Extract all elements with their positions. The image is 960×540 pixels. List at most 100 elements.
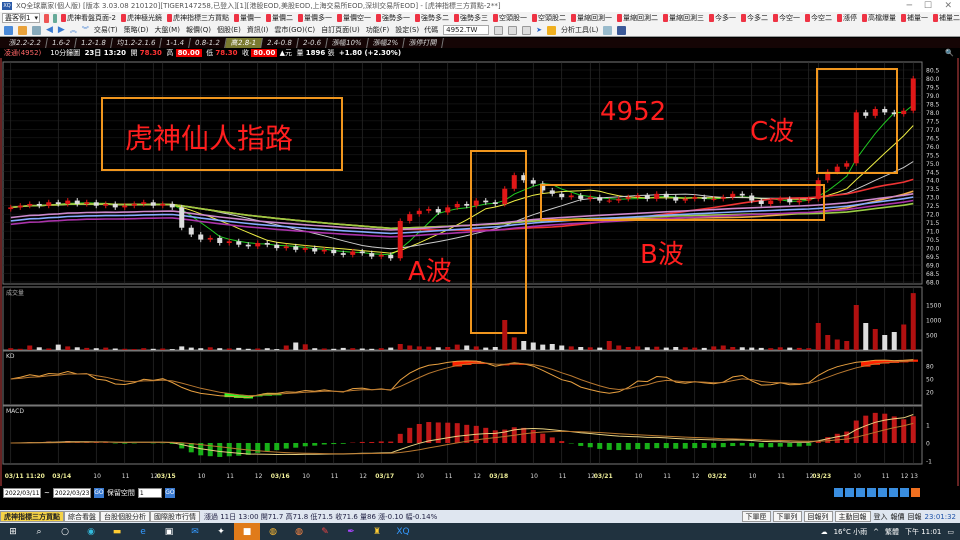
menu-item[interactable]: 自訂頁面(U) bbox=[321, 25, 360, 35]
close-button[interactable]: ✕ bbox=[944, 0, 952, 12]
feather-icon[interactable]: ✒ bbox=[338, 523, 364, 540]
input-language[interactable]: 繁體 bbox=[885, 527, 899, 537]
taskbar-time[interactable]: 下午 11:01 bbox=[905, 527, 941, 537]
zoom-icon[interactable]: 🔍 bbox=[945, 48, 954, 58]
from-date-input[interactable]: 2022/03/11 bbox=[3, 488, 41, 498]
to-date-input[interactable]: 2022/03/23 bbox=[52, 488, 91, 498]
line-chart-icon[interactable] bbox=[508, 25, 518, 35]
draw-tool-icon[interactable] bbox=[878, 488, 887, 497]
bookmark-item[interactable]: 漲停 bbox=[837, 13, 857, 23]
edge-icon[interactable]: ◉ bbox=[78, 523, 104, 540]
stock-chart[interactable]: 80.580.079.5 79.078.5 78.077.5 77.076.5 76.0… bbox=[0, 58, 960, 486]
mail-icon[interactable]: ✉ bbox=[182, 523, 208, 540]
back-icon[interactable]: ◀ bbox=[46, 25, 53, 35]
workspace-tab[interactable]: 綜合看盤 bbox=[64, 511, 100, 522]
chrome-icon[interactable]: ◍ bbox=[260, 523, 286, 540]
workspace-tab[interactable]: 台股個股分析 bbox=[100, 511, 150, 522]
workspace-tab[interactable]: 國際股市行情 bbox=[150, 511, 200, 522]
xq-icon[interactable]: XQ bbox=[390, 523, 416, 540]
cursor-icon[interactable]: ➤ bbox=[536, 26, 542, 34]
home-icon[interactable] bbox=[18, 25, 27, 35]
bookmark-item[interactable]: 高檔爆量 bbox=[862, 13, 896, 23]
bookmark-item[interactable]: 虎神看盤頁面-2 bbox=[61, 13, 116, 23]
preset-tab[interactable]: 1.6-2 bbox=[45, 38, 77, 48]
bookmark-item[interactable]: 今空二 bbox=[805, 13, 832, 23]
preset-tab[interactable]: 漲幅2% bbox=[366, 38, 405, 48]
bookmark-item[interactable]: 強勢多二 bbox=[415, 13, 449, 23]
status-button[interactable]: 下單匣 bbox=[741, 511, 771, 522]
minimize-button[interactable]: ─ bbox=[907, 0, 912, 12]
menu-item[interactable]: 雲市(GO)(C) bbox=[274, 25, 315, 35]
preset-tab[interactable]: 2-0.6 bbox=[297, 38, 329, 48]
bookmark-item[interactable]: 虎神指標三方買點 bbox=[167, 13, 229, 23]
app-icon[interactable]: ✦ bbox=[208, 523, 234, 540]
login-label[interactable]: 登入 bbox=[874, 512, 888, 522]
menu-item[interactable]: 資訊(I) bbox=[247, 25, 269, 35]
maximize-button[interactable]: ☐ bbox=[924, 0, 932, 12]
bookmark-item[interactable]: 量價二 bbox=[266, 13, 293, 23]
chart-type-icon[interactable] bbox=[494, 25, 504, 35]
search-icon[interactable]: ⌕ bbox=[26, 523, 52, 540]
status-button[interactable]: 回報列 bbox=[803, 511, 833, 522]
weather[interactable]: 16°C 小雨 bbox=[834, 527, 868, 537]
notification-icon[interactable]: ▭ bbox=[947, 528, 954, 536]
preset-tab[interactable]: 1-1.4 bbox=[160, 38, 192, 48]
game-icon[interactable]: ♜ bbox=[364, 523, 390, 540]
tool-icon[interactable]: ✎ bbox=[312, 523, 338, 540]
analysis-tools-menu[interactable]: 分析工具(L) bbox=[561, 25, 598, 35]
grid-icon[interactable] bbox=[4, 25, 13, 35]
menu-item[interactable]: 策略(D) bbox=[124, 25, 149, 35]
preset-tab[interactable]: 漲停打開 bbox=[402, 38, 444, 48]
bookmark-item[interactable]: 今多一 bbox=[709, 13, 736, 23]
print-icon[interactable] bbox=[889, 488, 898, 497]
bookmark-item[interactable]: 今多二 bbox=[741, 13, 768, 23]
page-select[interactable]: 盡客例1 bbox=[2, 13, 41, 23]
bookmark-item[interactable]: 補量一 bbox=[901, 13, 928, 23]
weather-icon[interactable]: ☁ bbox=[821, 528, 828, 536]
status-button[interactable]: 下單列 bbox=[772, 511, 802, 522]
menu-item[interactable]: 功能(F) bbox=[366, 25, 390, 35]
alert-bell-icon[interactable] bbox=[911, 488, 920, 497]
report-checkbox-label[interactable]: 報價 bbox=[891, 512, 905, 522]
zoom-in-icon[interactable] bbox=[867, 488, 876, 497]
person-icon[interactable] bbox=[603, 25, 613, 35]
menu-item[interactable]: 個股(E) bbox=[217, 25, 241, 35]
bookmark-item[interactable]: 空頭股一 bbox=[493, 13, 527, 23]
task-view-icon[interactable]: ○ bbox=[52, 523, 78, 540]
menu-item[interactable]: 報價(Q) bbox=[186, 25, 211, 35]
folder-icon[interactable]: ▬ bbox=[104, 523, 130, 540]
reserve-input[interactable]: 1 bbox=[137, 488, 162, 498]
bookmark-item[interactable]: 量價多一 bbox=[298, 13, 332, 23]
preset-tab[interactable]: 2.4-0.8 bbox=[261, 38, 299, 48]
line-app-icon[interactable]: ■ bbox=[234, 523, 260, 540]
preset-tab[interactable]: 均1.2-2.1.6 bbox=[110, 38, 163, 48]
go-button[interactable]: GO bbox=[93, 488, 104, 498]
preset-tab[interactable]: 漲2.2-2.2 bbox=[3, 38, 48, 48]
bookmark-item[interactable]: 量縮回測一 bbox=[571, 13, 612, 23]
ie-icon[interactable]: e bbox=[130, 523, 156, 540]
page-icon[interactable] bbox=[32, 25, 41, 35]
pen-icon[interactable] bbox=[900, 488, 909, 497]
menu-item[interactable]: 交易(T) bbox=[94, 25, 118, 35]
bookmark-item[interactable]: 空頭股二 bbox=[532, 13, 566, 23]
bookmark-item[interactable]: 虎神極光鏡 bbox=[121, 13, 162, 23]
bookmark-item[interactable]: 量縮回測二 bbox=[617, 13, 658, 23]
bookmark-item[interactable]: 補量二 bbox=[933, 13, 960, 23]
preset-tab[interactable]: 高2.8-1 bbox=[225, 38, 264, 48]
x-icon[interactable] bbox=[522, 25, 532, 35]
bookmark-item[interactable]: 量價空一 bbox=[337, 13, 371, 23]
facebook-icon[interactable] bbox=[617, 25, 627, 35]
clock-tool-icon[interactable] bbox=[845, 488, 854, 497]
refresh-icon[interactable] bbox=[52, 13, 58, 23]
bookmark-item[interactable]: 今空一 bbox=[773, 13, 800, 23]
pointer-tool-icon[interactable] bbox=[834, 488, 843, 497]
preset-tab[interactable]: 1.2-1.8 bbox=[75, 38, 113, 48]
menu-item[interactable]: 設定(S) bbox=[395, 25, 419, 35]
down-icon[interactable]: ︾ bbox=[82, 25, 89, 35]
bookmark-item[interactable]: 量縮回測三 bbox=[663, 13, 704, 23]
status-button[interactable]: 主動回報 bbox=[834, 511, 871, 522]
forward-icon[interactable]: ▶ bbox=[58, 25, 65, 35]
menu-item[interactable]: 大盤(M) bbox=[154, 25, 180, 35]
tray-chevron-icon[interactable]: ^ bbox=[873, 528, 879, 536]
reserve-go-button[interactable]: GO bbox=[164, 488, 175, 498]
